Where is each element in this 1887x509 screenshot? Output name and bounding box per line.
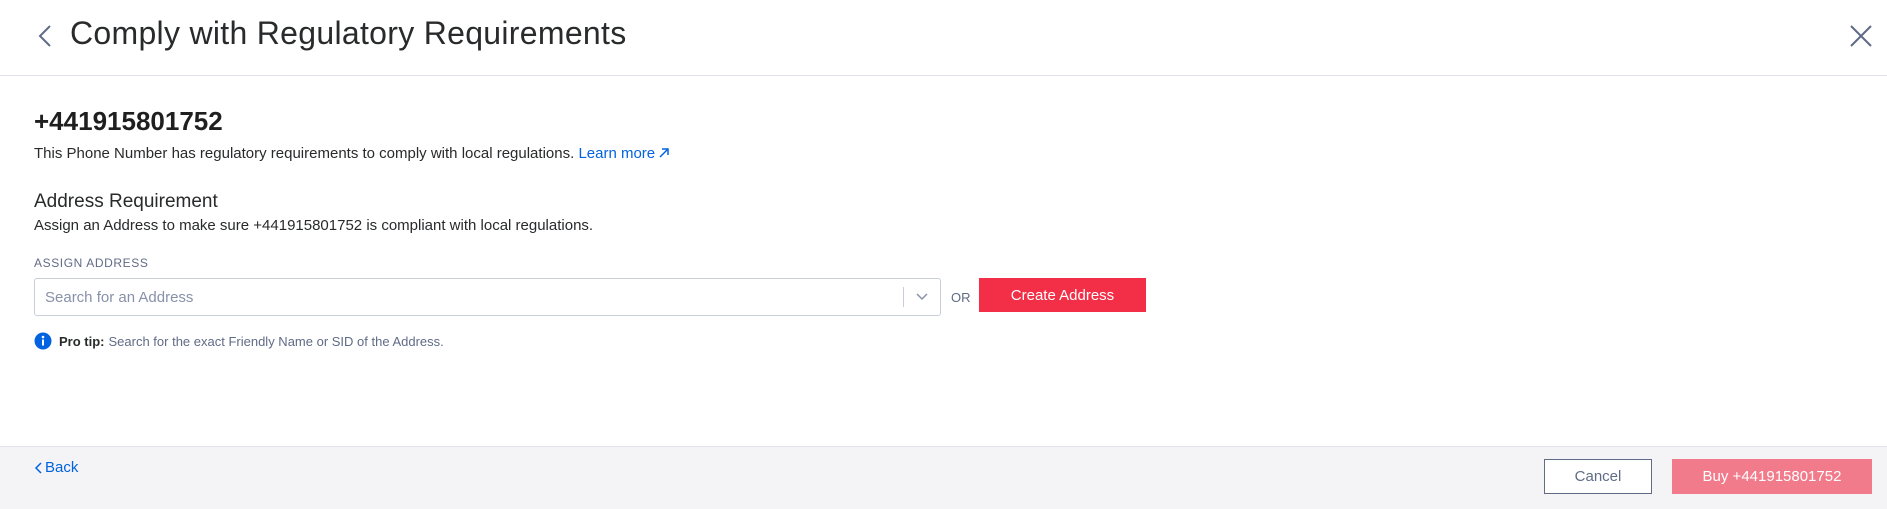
address-requirement-description: Assign an Address to make sure +44191580… [34, 217, 594, 234]
close-icon[interactable] [1848, 23, 1874, 49]
address-search-combobox[interactable] [34, 278, 941, 316]
requirements-description: This Phone Number has regulatory require… [34, 145, 669, 162]
address-requirement-title: Address Requirement [34, 191, 218, 212]
combobox-divider [903, 287, 904, 307]
external-link-icon [659, 148, 669, 158]
pro-tip-label: Pro tip: [59, 333, 105, 349]
learn-more-link[interactable]: Learn more [578, 145, 669, 162]
info-icon [34, 332, 52, 350]
back-label: Back [45, 459, 79, 476]
or-separator: OR [951, 290, 971, 305]
address-search-input[interactable] [45, 287, 895, 307]
pro-tip: Pro tip: Search for the exact Friendly N… [34, 331, 444, 351]
modal-header: Comply with Regulatory Requirements [0, 0, 1887, 76]
phone-number-heading: +441915801752 [34, 106, 223, 136]
assign-address-label: ASSIGN ADDRESS [34, 256, 149, 270]
back-link[interactable]: Back [34, 459, 78, 476]
buy-number-button[interactable]: Buy +441915801752 [1672, 459, 1872, 494]
chevron-left-icon [34, 461, 42, 474]
chevron-left-icon[interactable] [34, 23, 58, 49]
modal-footer: Back Cancel Buy +441915801752 [0, 446, 1887, 509]
learn-more-label: Learn more [578, 145, 656, 162]
requirements-text: This Phone Number has regulatory require… [34, 145, 579, 162]
cancel-button[interactable]: Cancel [1544, 459, 1652, 494]
create-address-button[interactable]: Create Address [979, 278, 1146, 312]
chevron-down-icon[interactable] [915, 291, 929, 303]
page-title: Comply with Regulatory Requirements [70, 15, 627, 51]
pro-tip-text: Search for the exact Friendly Name or SI… [108, 333, 444, 349]
